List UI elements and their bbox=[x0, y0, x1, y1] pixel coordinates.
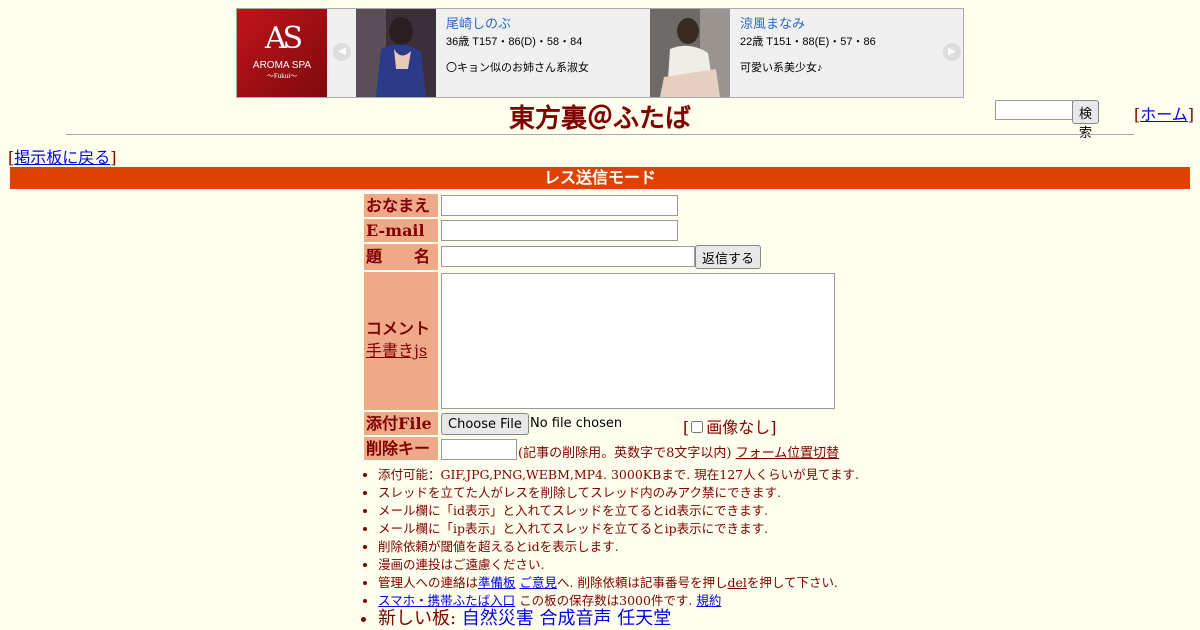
list-item: 新しい板: 自然災害 合成音声 任天堂 bbox=[378, 610, 898, 628]
ad-name[interactable]: 涼風まなみ bbox=[740, 13, 876, 32]
list-item: メール欄に「ip表示」と入れてスレッドを立てるとip表示にできます. bbox=[378, 520, 898, 538]
logo-mark: AS bbox=[264, 21, 303, 56]
email-input[interactable] bbox=[441, 220, 678, 241]
list-item: スレッドを立てた人がレスを削除してスレッド内のみアク禁にできます. bbox=[378, 484, 898, 502]
ad-info: 涼風まなみ 22歳 T151・88(E)・57・86 可愛い系美少女♪ bbox=[740, 13, 876, 75]
form-position-toggle-link[interactable]: フォーム位置切替 bbox=[736, 446, 840, 461]
comment-label: コメント bbox=[366, 319, 431, 338]
logo-subtext: 〜Fukui〜 bbox=[266, 72, 298, 80]
new-board-link[interactable]: 自然災害 bbox=[462, 608, 534, 629]
search-form: 検索 bbox=[995, 100, 1100, 141]
reply-mode-bar: レス送信モード bbox=[10, 167, 1190, 189]
comment-textarea[interactable] bbox=[441, 273, 835, 409]
ad-desc: 可愛い系美少女♪ bbox=[740, 62, 823, 74]
new-boards-label: 新しい板: bbox=[378, 608, 462, 629]
file-label: 添付File bbox=[364, 412, 438, 435]
comment-label-cell: コメント 手書きjs bbox=[364, 272, 438, 410]
aroma-spa-logo[interactable]: AS AROMA SPA 〜Fukui〜 bbox=[237, 9, 327, 97]
list-item: メール欄に「id表示」と入れてスレッドを立てるとid表示にできます. bbox=[378, 502, 898, 520]
back-to-board-link[interactable]: 掲示板に戻る bbox=[14, 148, 110, 167]
home-link[interactable]: ホーム bbox=[1140, 105, 1188, 124]
noimage-checkbox[interactable] bbox=[691, 421, 704, 433]
choose-file-button[interactable]: Choose File bbox=[441, 413, 529, 435]
delete-key-input[interactable] bbox=[441, 439, 517, 460]
bracket: [ bbox=[683, 418, 690, 437]
ad-banner[interactable]: AS AROMA SPA 〜Fukui〜 ◀ 尾崎しのぶ 36歳 T157・86… bbox=[236, 8, 964, 98]
mobile-entrance-link[interactable]: スマホ・携帯ふたば入口 bbox=[378, 593, 515, 608]
list-item: 漫画の連投はご遠慮ください. bbox=[378, 556, 898, 574]
ad-stats: 36歳 T157・86(D)・58・84 bbox=[446, 36, 583, 48]
ad-stats: 22歳 T151・88(E)・57・86 bbox=[740, 36, 876, 48]
board-rules-list: 添付可能：GIF,JPG,PNG,WEBM,MP4. 3000KBまで. 現在1… bbox=[364, 466, 898, 628]
search-input[interactable] bbox=[995, 100, 1073, 120]
new-board-link[interactable]: 合成音声 bbox=[540, 608, 612, 629]
list-item: 削除依頼が閾値を超えるとidを表示します. bbox=[378, 538, 898, 556]
ad-card[interactable]: 涼風まなみ 22歳 T151・88(E)・57・86 可愛い系美少女♪ bbox=[650, 9, 940, 97]
profile-photo bbox=[356, 9, 436, 97]
new-board-link[interactable]: 任天堂 bbox=[617, 608, 671, 629]
feedback-link[interactable]: ご意見 bbox=[520, 575, 558, 590]
home-nav: [ホーム] bbox=[1134, 101, 1194, 125]
subject-input[interactable] bbox=[441, 246, 695, 267]
no-file-text: No file chosen bbox=[530, 416, 623, 431]
email-label: E-mail bbox=[364, 219, 438, 242]
reply-submit-button[interactable]: 返信する bbox=[695, 245, 762, 269]
name-input[interactable] bbox=[441, 195, 678, 216]
delkey-note: (記事の削除用。英数字で8文字以内) フォーム位置切替 bbox=[518, 442, 839, 461]
ad-desc: 〇キョン似のお姉さん系淑女 bbox=[446, 62, 589, 74]
del-link[interactable]: del bbox=[727, 575, 746, 590]
prep-board-link[interactable]: 準備板 bbox=[478, 575, 516, 590]
noimage-label: 画像なし] bbox=[706, 418, 777, 437]
delkey-label: 削除キー bbox=[364, 437, 438, 460]
terms-link[interactable]: 規約 bbox=[696, 593, 721, 608]
search-button[interactable]: 検索 bbox=[1072, 100, 1100, 141]
bracket: ] bbox=[110, 148, 117, 167]
list-item: 管理人への連絡は準備板 ご意見へ. 削除依頼は記事番号を押しdelを押して下さい… bbox=[378, 574, 898, 592]
contact-text: 管理人への連絡は bbox=[378, 575, 479, 590]
ad-info: 尾崎しのぶ 36歳 T157・86(D)・58・84 〇キョン似のお姉さん系淑女 bbox=[446, 13, 589, 75]
contact-text: へ. 削除依頼は記事番号を押し bbox=[557, 575, 728, 590]
subject-label: 題 名 bbox=[364, 244, 438, 270]
back-nav: [掲示板に戻る] bbox=[8, 144, 117, 168]
divider bbox=[66, 134, 1134, 135]
delkey-hint: (記事の削除用。英数字で8文字以内) bbox=[518, 446, 732, 461]
handwrite-link[interactable]: 手書きjs bbox=[366, 341, 427, 360]
ad-next-arrow-icon[interactable]: ▶ bbox=[943, 43, 961, 61]
name-label: おなまえ bbox=[364, 194, 438, 217]
noimage-option: [ 画像なし] bbox=[683, 414, 777, 438]
list-item: 添付可能：GIF,JPG,PNG,WEBM,MP4. 3000KBまで. 現在1… bbox=[378, 466, 898, 484]
ad-card[interactable]: 尾崎しのぶ 36歳 T157・86(D)・58・84 〇キョン似のお姉さん系淑女 bbox=[356, 9, 646, 97]
contact-text: を押して下さい. bbox=[746, 575, 838, 590]
logo-text: AROMA SPA bbox=[252, 60, 312, 71]
bracket: ] bbox=[1187, 105, 1195, 124]
ad-name[interactable]: 尾崎しのぶ bbox=[446, 13, 589, 32]
profile-photo bbox=[650, 9, 730, 97]
ad-prev-arrow-icon[interactable]: ◀ bbox=[333, 43, 351, 61]
storage-note: この板の保存数は3000件です. bbox=[519, 593, 693, 608]
